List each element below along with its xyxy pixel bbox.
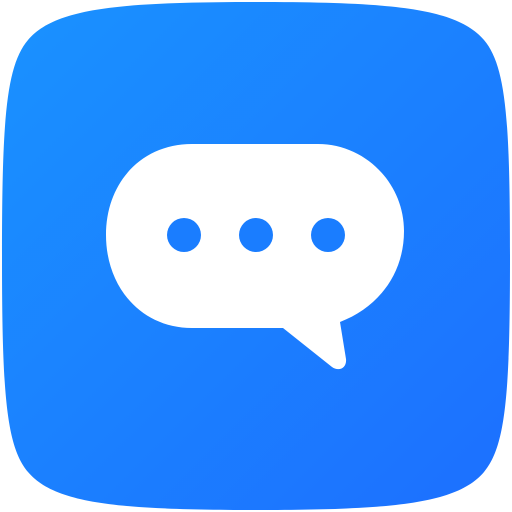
chat-app-icon[interactable] — [0, 0, 512, 512]
typing-dot — [167, 218, 201, 252]
typing-dot — [239, 218, 273, 252]
typing-indicator — [167, 218, 345, 252]
typing-dot — [311, 218, 345, 252]
app-icon-canvas — [0, 0, 512, 512]
